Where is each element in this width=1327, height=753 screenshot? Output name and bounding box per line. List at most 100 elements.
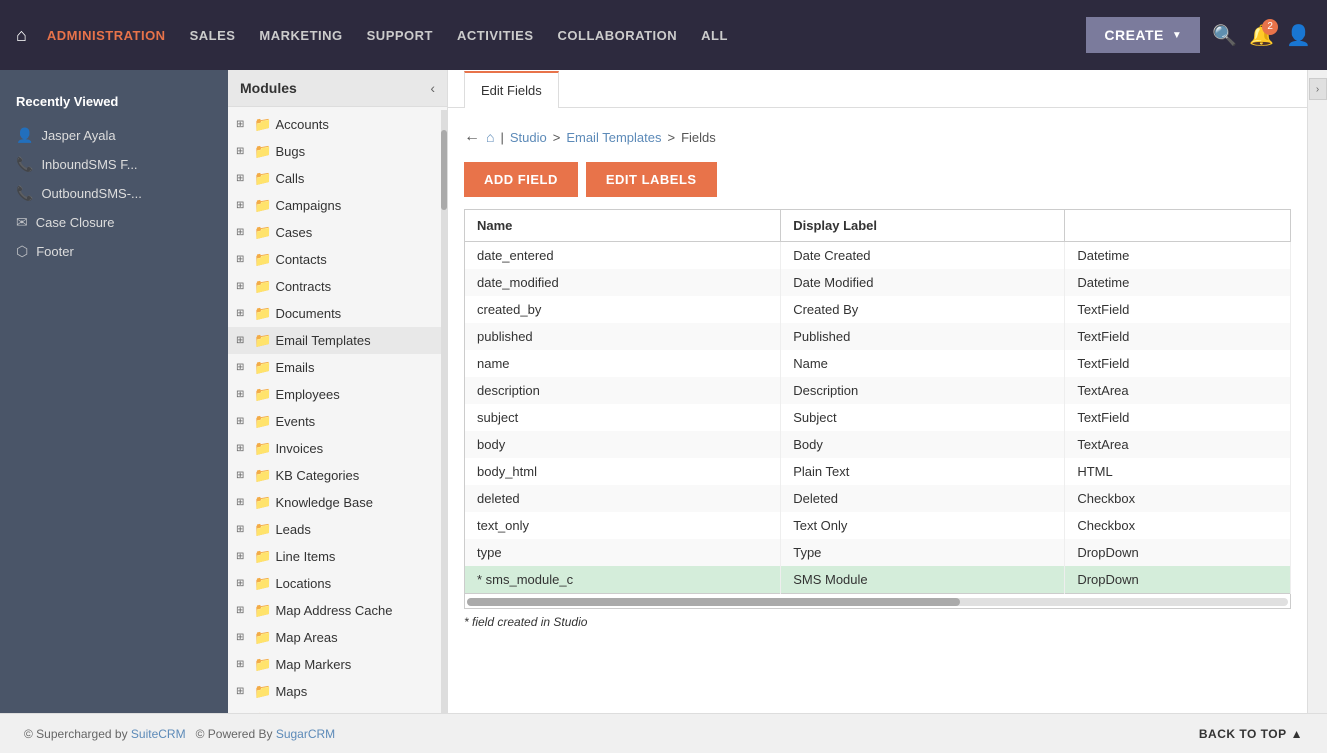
table-row[interactable]: deletedDeletedCheckbox: [465, 485, 1291, 512]
module-item-map-areas[interactable]: ⊞ 📁 Map Areas: [228, 624, 447, 651]
table-row[interactable]: body_htmlPlain TextHTML: [465, 458, 1291, 485]
nav-activities[interactable]: ACTIVITIES: [457, 28, 534, 43]
field-display-label: Subject: [781, 404, 1065, 431]
module-label: Emails: [275, 360, 314, 375]
sidebar-item-jasper-ayala[interactable]: 👤 Jasper Ayala: [0, 121, 228, 150]
module-item-map-markers[interactable]: ⊞ 📁 Map Markers: [228, 651, 447, 678]
edit-labels-button[interactable]: EDIT LABELS: [586, 162, 717, 197]
module-item-line-items[interactable]: ⊞ 📁 Line Items: [228, 543, 447, 570]
expand-icon: ⊞: [236, 119, 250, 130]
back-to-top-button[interactable]: BACK TO TOP ▲: [1199, 727, 1303, 741]
module-item-invoices[interactable]: ⊞ 📁 Invoices: [228, 435, 447, 462]
module-label: Accounts: [275, 117, 328, 132]
nav-administration[interactable]: ADMINISTRATION: [47, 28, 166, 43]
expand-icon: ⊞: [236, 173, 250, 184]
field-name: body: [465, 431, 781, 458]
sidebar-item-inboundsms[interactable]: 📞 InboundSMS F...: [0, 150, 228, 179]
collapse-right-icon[interactable]: ›: [1309, 78, 1327, 100]
module-item-accounts[interactable]: ⊞ 📁 Accounts: [228, 111, 447, 138]
field-type: Checkbox: [1065, 485, 1291, 512]
fields-table: Name Display Label date_enteredDate Crea…: [464, 209, 1291, 594]
field-name: date_modified: [465, 269, 781, 296]
field-display-label: Text Only: [781, 512, 1065, 539]
nav-collaboration[interactable]: COLLABORATION: [558, 28, 678, 43]
module-label: Map Areas: [275, 630, 337, 645]
right-panel-collapse[interactable]: ›: [1307, 70, 1327, 713]
tab-edit-fields[interactable]: Edit Fields: [464, 71, 559, 108]
expand-icon: ⊞: [236, 551, 250, 562]
module-item-cases[interactable]: ⊞ 📁 Cases: [228, 219, 447, 246]
field-type: TextField: [1065, 404, 1291, 431]
create-button[interactable]: CREATE ▼: [1086, 17, 1200, 53]
module-item-kb-categories[interactable]: ⊞ 📁 KB Categories: [228, 462, 447, 489]
module-panel: Modules ‹ ⊞ 📁 Accounts ⊞ 📁 Bugs ⊞ 📁 Call…: [228, 70, 448, 713]
nav-all[interactable]: ALL: [701, 28, 728, 43]
field-display-label: Published: [781, 323, 1065, 350]
breadcrumb-separator: |: [500, 130, 503, 145]
sidebar-item-outboundsms[interactable]: 📞 OutboundSMS-...: [0, 179, 228, 208]
module-item-bugs[interactable]: ⊞ 📁 Bugs: [228, 138, 447, 165]
sidebar-item-footer[interactable]: ⬡ Footer: [0, 237, 228, 266]
module-item-locations[interactable]: ⊞ 📁 Locations: [228, 570, 447, 597]
table-row[interactable]: publishedPublishedTextField: [465, 323, 1291, 350]
field-name: deleted: [465, 485, 781, 512]
nav-support[interactable]: SUPPORT: [367, 28, 433, 43]
expand-icon: ⊞: [236, 146, 250, 157]
sidebar-item-case-closure[interactable]: ✉ Case Closure: [0, 208, 228, 237]
module-item-events[interactable]: ⊞ 📁 Events: [228, 408, 447, 435]
expand-icon: ⊞: [236, 335, 250, 346]
module-item-maps[interactable]: ⊞ 📁 Maps: [228, 678, 447, 705]
nav-right-actions: CREATE ▼ 🔍 🔔 2 👤: [1086, 17, 1311, 53]
table-row[interactable]: text_onlyText OnlyCheckbox: [465, 512, 1291, 539]
notifications-button[interactable]: 🔔 2: [1249, 23, 1274, 48]
breadcrumb-module[interactable]: Email Templates: [566, 130, 661, 145]
module-item-campaigns[interactable]: ⊞ 📁 Campaigns: [228, 192, 447, 219]
field-type: TextField: [1065, 296, 1291, 323]
module-item-map-address-cache[interactable]: ⊞ 📁 Map Address Cache: [228, 597, 447, 624]
module-scrollbar[interactable]: [441, 110, 447, 713]
module-item-calls[interactable]: ⊞ 📁 Calls: [228, 165, 447, 192]
module-item-contacts[interactable]: ⊞ 📁 Contacts: [228, 246, 447, 273]
module-item-employees[interactable]: ⊞ 📁 Employees: [228, 381, 447, 408]
add-field-button[interactable]: ADD FIELD: [464, 162, 578, 197]
table-row[interactable]: * sms_module_cSMS ModuleDropDown: [465, 566, 1291, 594]
suitecrm-link[interactable]: SuiteCRM: [131, 727, 186, 741]
nav-marketing[interactable]: MARKETING: [259, 28, 342, 43]
field-display-label: Name: [781, 350, 1065, 377]
module-item-meetings[interactable]: ⊞ 📁 Meetings: [228, 705, 447, 713]
notification-badge: 2: [1262, 19, 1278, 35]
scrollbar-thumb: [441, 130, 447, 210]
folder-icon: 📁: [254, 197, 271, 214]
sugarcrm-link[interactable]: SugarCRM: [276, 727, 335, 741]
table-row[interactable]: bodyBodyTextArea: [465, 431, 1291, 458]
module-label: Map Markers: [275, 657, 351, 672]
back-button[interactable]: ←: [464, 128, 480, 146]
module-item-emails[interactable]: ⊞ 📁 Emails: [228, 354, 447, 381]
table-row[interactable]: typeTypeDropDown: [465, 539, 1291, 566]
table-row[interactable]: subjectSubjectTextField: [465, 404, 1291, 431]
collapse-modules-button[interactable]: ‹: [430, 80, 435, 96]
profile-button[interactable]: 👤: [1286, 23, 1311, 48]
module-item-documents[interactable]: ⊞ 📁 Documents: [228, 300, 447, 327]
table-row[interactable]: descriptionDescriptionTextArea: [465, 377, 1291, 404]
expand-icon: ⊞: [236, 227, 250, 238]
module-item-email-templates[interactable]: ⊞ 📁 Email Templates: [228, 327, 447, 354]
table-row[interactable]: created_byCreated ByTextField: [465, 296, 1291, 323]
home-breadcrumb-icon[interactable]: ⌂: [486, 129, 494, 145]
module-item-knowledge-base[interactable]: ⊞ 📁 Knowledge Base: [228, 489, 447, 516]
main-layout: Recently Viewed 👤 Jasper Ayala 📞 Inbound…: [0, 70, 1327, 713]
module-item-leads[interactable]: ⊞ 📁 Leads: [228, 516, 447, 543]
table-row[interactable]: nameNameTextField: [465, 350, 1291, 377]
nav-sales[interactable]: SALES: [190, 28, 236, 43]
breadcrumb-studio[interactable]: Studio: [510, 130, 547, 145]
field-type: HTML: [1065, 458, 1291, 485]
search-button[interactable]: 🔍: [1212, 23, 1237, 48]
table-row[interactable]: date_modifiedDate ModifiedDatetime: [465, 269, 1291, 296]
module-item-contracts[interactable]: ⊞ 📁 Contracts: [228, 273, 447, 300]
home-icon[interactable]: ⌂: [16, 25, 27, 46]
table-row[interactable]: date_enteredDate CreatedDatetime: [465, 242, 1291, 270]
table-scrollbar[interactable]: [467, 598, 1288, 606]
module-label: Cases: [275, 225, 312, 240]
field-type: Checkbox: [1065, 512, 1291, 539]
module-label: Calls: [275, 171, 304, 186]
